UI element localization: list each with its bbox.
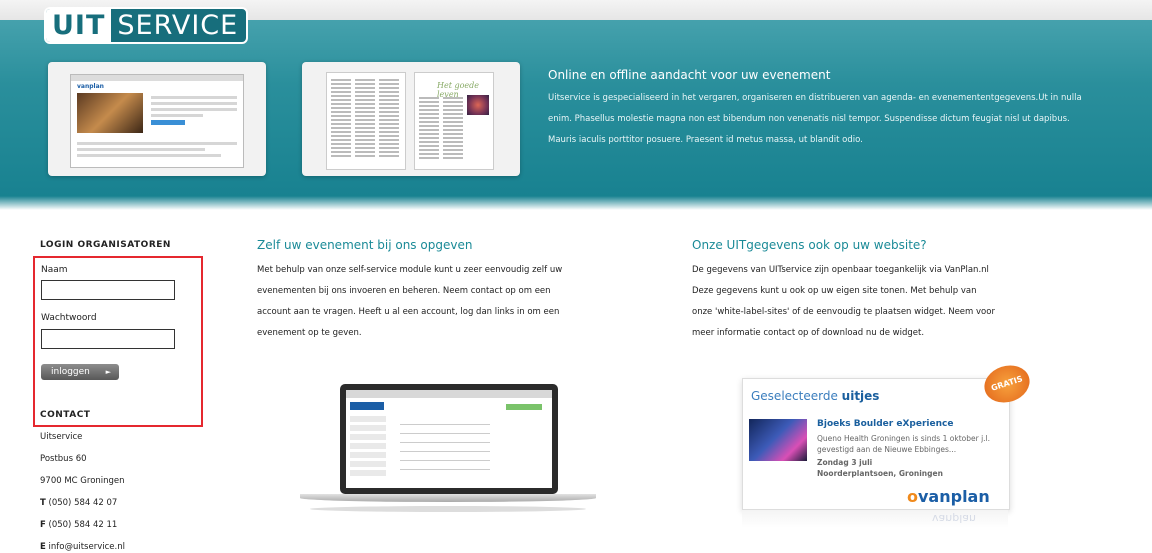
login-button[interactable]: inloggen ► xyxy=(41,364,119,380)
logo[interactable]: UIT SERVICE xyxy=(44,7,249,44)
contact-email[interactable]: E info@uitservice.nl xyxy=(40,542,125,552)
widget-section-body: De gegevens van UITservice zijn openbaar… xyxy=(692,265,995,338)
self-service-title: Zelf uw evenement bij ons opgeven xyxy=(257,238,473,252)
widget-reflection: vanplan xyxy=(742,510,1008,528)
login-button-label: inloggen xyxy=(51,367,90,377)
widget-section-title: Onze UITgegevens ook op uw website? xyxy=(692,238,927,252)
newspaper-photo xyxy=(467,95,489,115)
event-date: Zondag 3 juli Noorderplantsoen, Groninge… xyxy=(817,458,943,478)
name-label: Naam xyxy=(41,265,68,275)
hero-banner: UIT SERVICE vanplan Het goede leven Onli… xyxy=(0,0,1152,210)
self-service-body: Met behulp van onze self-service module … xyxy=(257,265,563,338)
contact-fax: F (050) 584 42 11 xyxy=(40,520,118,530)
widget-preview[interactable]: Geselecteerde uitjes Bjoeks Boulder eXpe… xyxy=(742,359,1035,528)
password-input[interactable] xyxy=(41,329,175,349)
newspaper-page-right: Het goede leven xyxy=(414,72,494,170)
contact-city: 9700 MC Groningen xyxy=(40,476,125,486)
password-label: Wachtwoord xyxy=(41,313,97,323)
vanplan-logo: ovanplan xyxy=(907,487,990,506)
thumbnail-website[interactable]: vanplan xyxy=(48,62,266,176)
login-heading: LOGIN ORGANISATOREN xyxy=(40,240,171,250)
contact-company: Uitservice xyxy=(40,432,83,442)
mini-brand: vanplan xyxy=(77,83,104,90)
thumbnail-newspaper[interactable]: Het goede leven xyxy=(302,62,520,176)
logo-uit: UIT xyxy=(46,9,112,42)
vanplan-reflection: vanplan xyxy=(932,512,976,525)
arrow-right-icon: ► xyxy=(105,368,111,376)
hero-title: Online en offline aandacht voor uw evene… xyxy=(548,68,831,82)
contact-phone: T (050) 584 42 07 xyxy=(40,498,118,508)
event-photo xyxy=(749,419,807,461)
contact-postbus: Postbus 60 xyxy=(40,454,87,464)
mini-photo xyxy=(77,93,143,133)
laptop-illustration xyxy=(300,384,596,516)
website-screenshot: vanplan xyxy=(70,74,244,168)
event-description: Queno Health Groningen is sinds 1 oktobe… xyxy=(817,434,990,454)
event-title[interactable]: Bjoeks Boulder eXperience xyxy=(817,419,953,429)
contact-heading: CONTACT xyxy=(40,410,91,420)
hero-body: Uitservice is gespecialiseerd in het ver… xyxy=(548,93,1082,145)
logo-service: SERVICE xyxy=(117,10,239,41)
newspaper-page-left xyxy=(326,72,406,170)
widget-heading: Geselecteerde uitjes xyxy=(751,389,880,403)
hero-text: Online en offline aandacht voor uw evene… xyxy=(548,68,1088,151)
name-input[interactable] xyxy=(41,280,175,300)
